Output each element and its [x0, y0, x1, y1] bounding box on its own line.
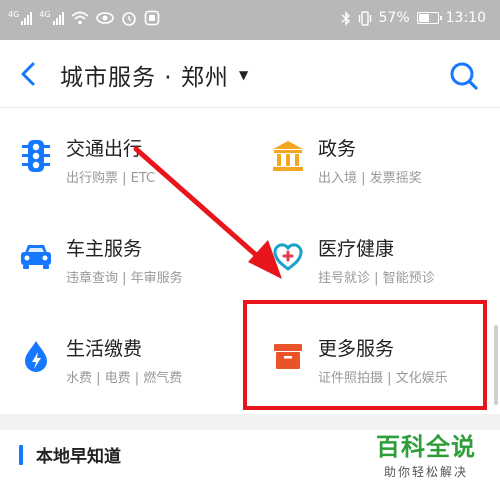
- watermark-logo: 百科全说 助你轻松解决: [366, 433, 486, 480]
- signal-label: 4G: [8, 10, 20, 19]
- service-tile-transport[interactable]: 交通出行 出行购票 | ETC: [0, 108, 250, 208]
- service-subtitle: 出入境 | 发票摇奖: [318, 171, 422, 186]
- service-subtitle: 挂号就诊 | 智能预诊: [318, 271, 435, 286]
- eye-icon: [95, 12, 114, 24]
- service-tile-government[interactable]: 政务 出入境 | 发票摇奖: [250, 108, 500, 208]
- service-tile-car-owner[interactable]: 车主服务 违章查询 | 年审服务: [0, 208, 250, 308]
- status-left: 4G 4G: [8, 10, 160, 26]
- service-title: 生活缴费: [66, 338, 143, 360]
- page-header: 城市服务 · 郑州 ▼: [0, 40, 500, 108]
- car-icon: [21, 245, 51, 269]
- service-subtitle: 出行购票 | ETC: [66, 171, 156, 186]
- service-grid: 交通出行 出行购票 | ETC 政务 出入境 | 发票摇奖 车主服务 违章查询 …: [0, 108, 500, 414]
- service-tile-more[interactable]: 更多服务 证件照拍摄 | 文化娱乐: [250, 308, 500, 408]
- service-title: 车主服务: [66, 238, 143, 260]
- wifi-icon: [71, 11, 89, 25]
- notification-icon: [144, 10, 159, 26]
- battery-percent: 57%: [378, 10, 410, 26]
- section-divider: [0, 414, 500, 430]
- service-title: 更多服务: [318, 338, 395, 360]
- section-title: 本地早知道: [36, 447, 121, 467]
- water-drop-bolt-icon: [25, 341, 47, 372]
- search-icon: [450, 62, 478, 90]
- box-icon: [274, 344, 302, 369]
- search-button[interactable]: [448, 60, 480, 92]
- service-subtitle: 水费 | 电费 | 燃气费: [66, 371, 183, 386]
- bluetooth-icon: [341, 10, 350, 26]
- cellular-signal-icon-2: 4G: [39, 10, 64, 25]
- status-bar: 4G 4G 57% 13:10: [0, 0, 500, 40]
- signal-label-2: 4G: [39, 10, 51, 19]
- city-selector[interactable]: 城市服务 · 郑州 ▼: [60, 58, 248, 92]
- service-tile-medical[interactable]: 医疗健康 挂号就诊 | 智能预诊: [250, 208, 500, 308]
- status-right: 57% 13:10: [341, 10, 486, 26]
- service-subtitle: 违章查询 | 年审服务: [66, 271, 183, 286]
- traffic-light-icon: [22, 140, 50, 172]
- alarm-icon: [121, 12, 136, 26]
- watermark-title: 百科全说: [376, 433, 476, 461]
- scrollbar[interactable]: [494, 325, 498, 405]
- chevron-left-icon: [21, 62, 35, 86]
- government-building-icon: [273, 141, 303, 171]
- vibrate-icon: [358, 10, 371, 26]
- service-title: 医疗健康: [318, 238, 395, 260]
- service-title: 政务: [318, 138, 357, 160]
- back-button[interactable]: [14, 58, 44, 90]
- page-title: 城市服务 · 郑州: [60, 65, 229, 91]
- section-accent-bar: [19, 445, 23, 465]
- status-time: 13:10: [445, 10, 486, 26]
- service-tile-utilities[interactable]: 生活缴费 水费 | 电费 | 燃气费: [0, 308, 250, 408]
- battery-icon: [416, 12, 442, 24]
- caret-down-icon: ▼: [238, 68, 249, 82]
- service-title: 交通出行: [66, 138, 143, 160]
- stethoscope-icon: [273, 243, 303, 271]
- cellular-signal-icon: 4G: [8, 10, 33, 25]
- watermark-subtitle: 助你轻松解决: [383, 465, 468, 479]
- service-subtitle: 证件照拍摄 | 文化娱乐: [318, 371, 448, 386]
